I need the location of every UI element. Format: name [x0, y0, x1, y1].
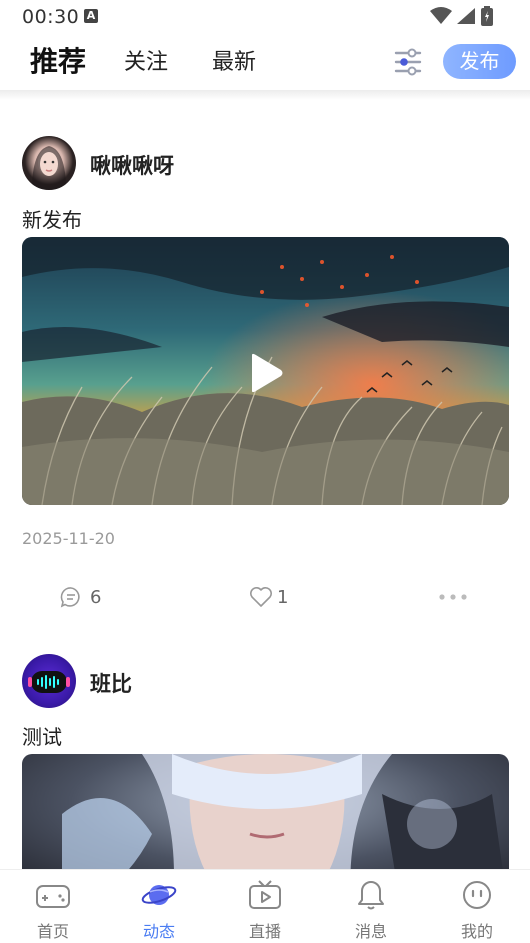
author-name[interactable]: 啾啾啾呀: [90, 150, 174, 180]
post-text: 新发布: [22, 208, 82, 232]
comment-icon: [60, 587, 80, 608]
nav-feed[interactable]: 动态: [119, 878, 199, 942]
nav-messages[interactable]: 消息: [331, 878, 411, 942]
comment-count: 6: [90, 586, 102, 608]
planet-icon: [141, 885, 177, 905]
like-count: 1: [277, 586, 289, 608]
avatar[interactable]: [22, 136, 76, 190]
avatar-robot-icon: [28, 671, 70, 693]
publish-button[interactable]: 发布: [443, 44, 516, 79]
gamepad-icon: [36, 885, 70, 908]
avatar[interactable]: [22, 654, 76, 708]
post-date: 2025-11-20: [22, 529, 115, 548]
tv-play-icon: [249, 880, 281, 909]
header-divider: [0, 90, 530, 100]
wifi-icon: [430, 7, 452, 24]
heart-icon: [250, 587, 272, 607]
author-name[interactable]: 班比: [90, 668, 132, 698]
status-icons: [430, 6, 494, 26]
nav-messages-label: 消息: [354, 922, 387, 941]
avatar-portrait-icon: [32, 146, 66, 190]
signal-icon: [457, 8, 475, 24]
status-time: 00:30: [22, 6, 80, 28]
bell-icon: [358, 881, 384, 910]
bottom-nav: 首页 动态 直播 消息 我的: [0, 869, 530, 943]
tab-following[interactable]: 关注: [124, 44, 168, 76]
nav-home-label: 首页: [36, 922, 69, 941]
nav-home[interactable]: 首页: [13, 878, 93, 942]
play-icon[interactable]: [248, 353, 284, 393]
top-nav: 推荐 关注 最新 发布: [0, 34, 530, 90]
post-video[interactable]: [22, 237, 509, 505]
nav-profile-label: 我的: [460, 922, 493, 941]
app-screen: 00:30 A 推荐 关注 最新 发布 啾啾啾呀 新发布 2025-11-20 …: [0, 0, 530, 943]
status-bar: 00:30 A: [0, 0, 530, 34]
tab-latest[interactable]: 最新: [212, 44, 256, 76]
comment-action[interactable]: 6: [60, 586, 101, 608]
notification-a-icon: A: [84, 9, 98, 23]
like-action[interactable]: 1: [249, 586, 288, 608]
tab-recommended[interactable]: 推荐: [30, 40, 86, 80]
nav-live-label: 直播: [248, 922, 281, 941]
filter-sliders-icon[interactable]: [393, 48, 423, 76]
more-icon[interactable]: [438, 593, 470, 601]
post-text: 测试: [22, 725, 62, 749]
nav-live[interactable]: 直播: [225, 878, 305, 942]
nav-profile[interactable]: 我的: [437, 878, 517, 942]
battery-icon: [481, 6, 493, 26]
nav-feed-label: 动态: [142, 922, 175, 941]
face-icon: [463, 881, 491, 909]
